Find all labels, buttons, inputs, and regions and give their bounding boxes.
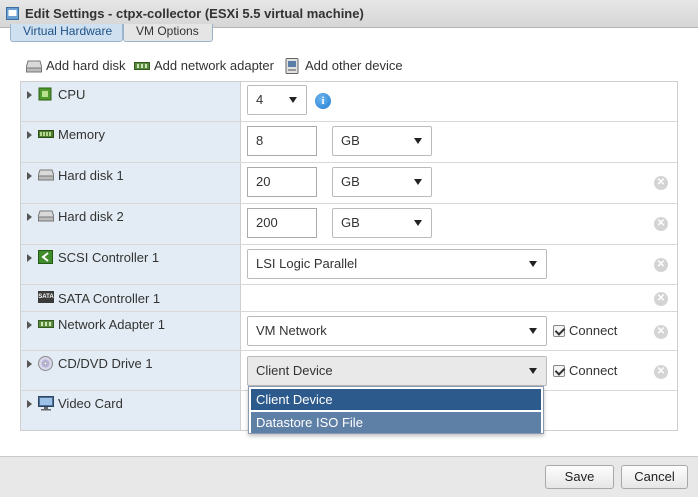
row-memory: Memory 8 GB (21, 122, 677, 163)
cd-dvd-connect-label: Connect (569, 363, 618, 378)
expand-arrow-icon[interactable] (27, 400, 32, 408)
row-network-adapter-1: Network Adapter 1 VM Network Connect ✕ (21, 312, 677, 351)
label-cell (21, 82, 241, 121)
network-adapter-1-label: Network Adapter 1 (58, 317, 165, 332)
tab-virtual-hardware[interactable]: Virtual Hardware (10, 24, 123, 42)
label-cell (21, 391, 241, 430)
sata-controller-1-label: SATA Controller 1 (58, 291, 161, 306)
hard-disk-2-size-input[interactable]: 200 (247, 208, 317, 238)
cpu-count-value: 4 (256, 92, 264, 107)
add-network-adapter-label: Add network adapter (154, 58, 274, 73)
row-sata-controller-1: SATA SATA Controller 1 ✕ (21, 285, 677, 312)
remove-cd-dvd-drive-1-icon[interactable]: ✕ (654, 365, 668, 379)
expand-arrow-icon[interactable] (27, 91, 32, 99)
memory-icon (38, 130, 54, 138)
hard-disk-1-unit-select[interactable]: GB (332, 167, 432, 197)
chevron-down-icon (414, 220, 422, 226)
video-card-icon (38, 396, 54, 411)
cd-dvd-drive-1-label: CD/DVD Drive 1 (58, 356, 153, 371)
label-cell (21, 122, 241, 162)
scsi-controller-type-select[interactable]: LSI Logic Parallel (247, 249, 547, 279)
memory-unit-select[interactable]: GB (332, 126, 432, 156)
chevron-down-icon (529, 328, 537, 334)
save-button[interactable]: Save (545, 465, 614, 489)
add-other-device-button[interactable]: Add other device (285, 57, 415, 75)
hard-disk-icon (38, 210, 54, 222)
row-hard-disk-2: Hard disk 2 200 GB ✕ (21, 204, 677, 245)
video-card-label: Video Card (58, 396, 123, 411)
expand-arrow-icon[interactable] (27, 172, 32, 180)
chevron-down-icon (529, 261, 537, 267)
hard-disk-1-unit-value: GB (341, 174, 360, 189)
dropdown-option-client-device[interactable]: Client Device (251, 389, 541, 410)
window-title: Edit Settings - ctpx-collector (ESXi 5.5… (25, 6, 364, 21)
remove-network-adapter-1-icon[interactable]: ✕ (654, 325, 668, 339)
network-connect-checkbox[interactable] (553, 325, 565, 337)
network-select[interactable]: VM Network (247, 316, 547, 346)
expand-arrow-icon[interactable] (27, 213, 32, 221)
cd-dvd-device-value: Client Device (256, 363, 333, 378)
row-hard-disk-1: Hard disk 1 20 GB ✕ (21, 163, 677, 204)
hard-disk-icon (26, 60, 42, 73)
chevron-down-icon (414, 179, 422, 185)
hard-disk-icon (38, 169, 54, 181)
add-hard-disk-label: Add hard disk (46, 58, 126, 73)
cpu-label: CPU (58, 87, 86, 102)
virtual-hardware-grid: CPU 4 i Memory 8 GB Hard disk 1 20 GB ✕ … (20, 81, 678, 431)
vm-window-icon (6, 7, 19, 20)
network-connect-label: Connect (569, 323, 618, 338)
hard-disk-2-unit-select[interactable]: GB (332, 208, 432, 238)
tab-vm-options[interactable]: VM Options (123, 24, 213, 42)
cd-dvd-device-select[interactable]: Client Device (247, 356, 547, 386)
remove-hard-disk-1-icon[interactable]: ✕ (654, 176, 668, 190)
label-cell (21, 204, 241, 244)
cd-dvd-device-dropdown: Client Device Datastore ISO File (248, 386, 544, 434)
scsi-controller-type-value: LSI Logic Parallel (256, 256, 358, 271)
expand-arrow-icon[interactable] (27, 131, 32, 139)
chevron-down-icon (289, 97, 297, 103)
network-adapter-icon (38, 320, 54, 328)
remove-scsi-controller-1-icon[interactable]: ✕ (654, 258, 668, 272)
add-other-device-label: Add other device (305, 58, 403, 73)
label-cell (21, 163, 241, 203)
scsi-controller-icon (38, 250, 53, 264)
expand-arrow-icon[interactable] (27, 321, 32, 329)
row-scsi-controller-1: SCSI Controller 1 LSI Logic Parallel ✕ (21, 245, 677, 285)
cpu-icon (38, 87, 52, 101)
hard-disk-1-size-input[interactable]: 20 (247, 167, 317, 197)
chevron-down-icon (414, 138, 422, 144)
expand-arrow-icon[interactable] (27, 360, 32, 368)
hard-disk-2-label: Hard disk 2 (58, 209, 124, 224)
cancel-button[interactable]: Cancel (621, 465, 688, 489)
dropdown-option-datastore-iso-file[interactable]: Datastore ISO File (251, 412, 541, 433)
info-icon[interactable]: i (315, 93, 331, 109)
other-device-icon (285, 58, 299, 74)
add-network-adapter-button[interactable]: Add network adapter (134, 57, 284, 75)
chevron-down-icon (529, 368, 537, 374)
row-cpu: CPU 4 i (21, 82, 677, 122)
hard-disk-1-label: Hard disk 1 (58, 168, 124, 183)
memory-unit-value: GB (341, 133, 360, 148)
cd-dvd-icon (38, 356, 53, 371)
network-adapter-icon (134, 62, 150, 70)
add-hard-disk-button[interactable]: Add hard disk (26, 57, 126, 75)
hard-disk-2-unit-value: GB (341, 215, 360, 230)
row-cd-dvd-drive-1: CD/DVD Drive 1 Client Device Connect ✕ (21, 351, 677, 391)
expand-arrow-icon[interactable] (27, 254, 32, 262)
remove-sata-controller-1-icon[interactable]: ✕ (654, 292, 668, 306)
remove-hard-disk-2-icon[interactable]: ✕ (654, 217, 668, 231)
dialog-footer: Save Cancel (0, 456, 698, 497)
network-value: VM Network (256, 323, 327, 338)
cpu-count-select[interactable]: 4 (247, 85, 307, 115)
memory-label: Memory (58, 127, 105, 142)
cd-dvd-connect-checkbox[interactable] (553, 365, 565, 377)
scsi-controller-1-label: SCSI Controller 1 (58, 250, 160, 265)
sata-controller-icon: SATA (38, 291, 54, 303)
memory-size-input[interactable]: 8 (247, 126, 317, 156)
